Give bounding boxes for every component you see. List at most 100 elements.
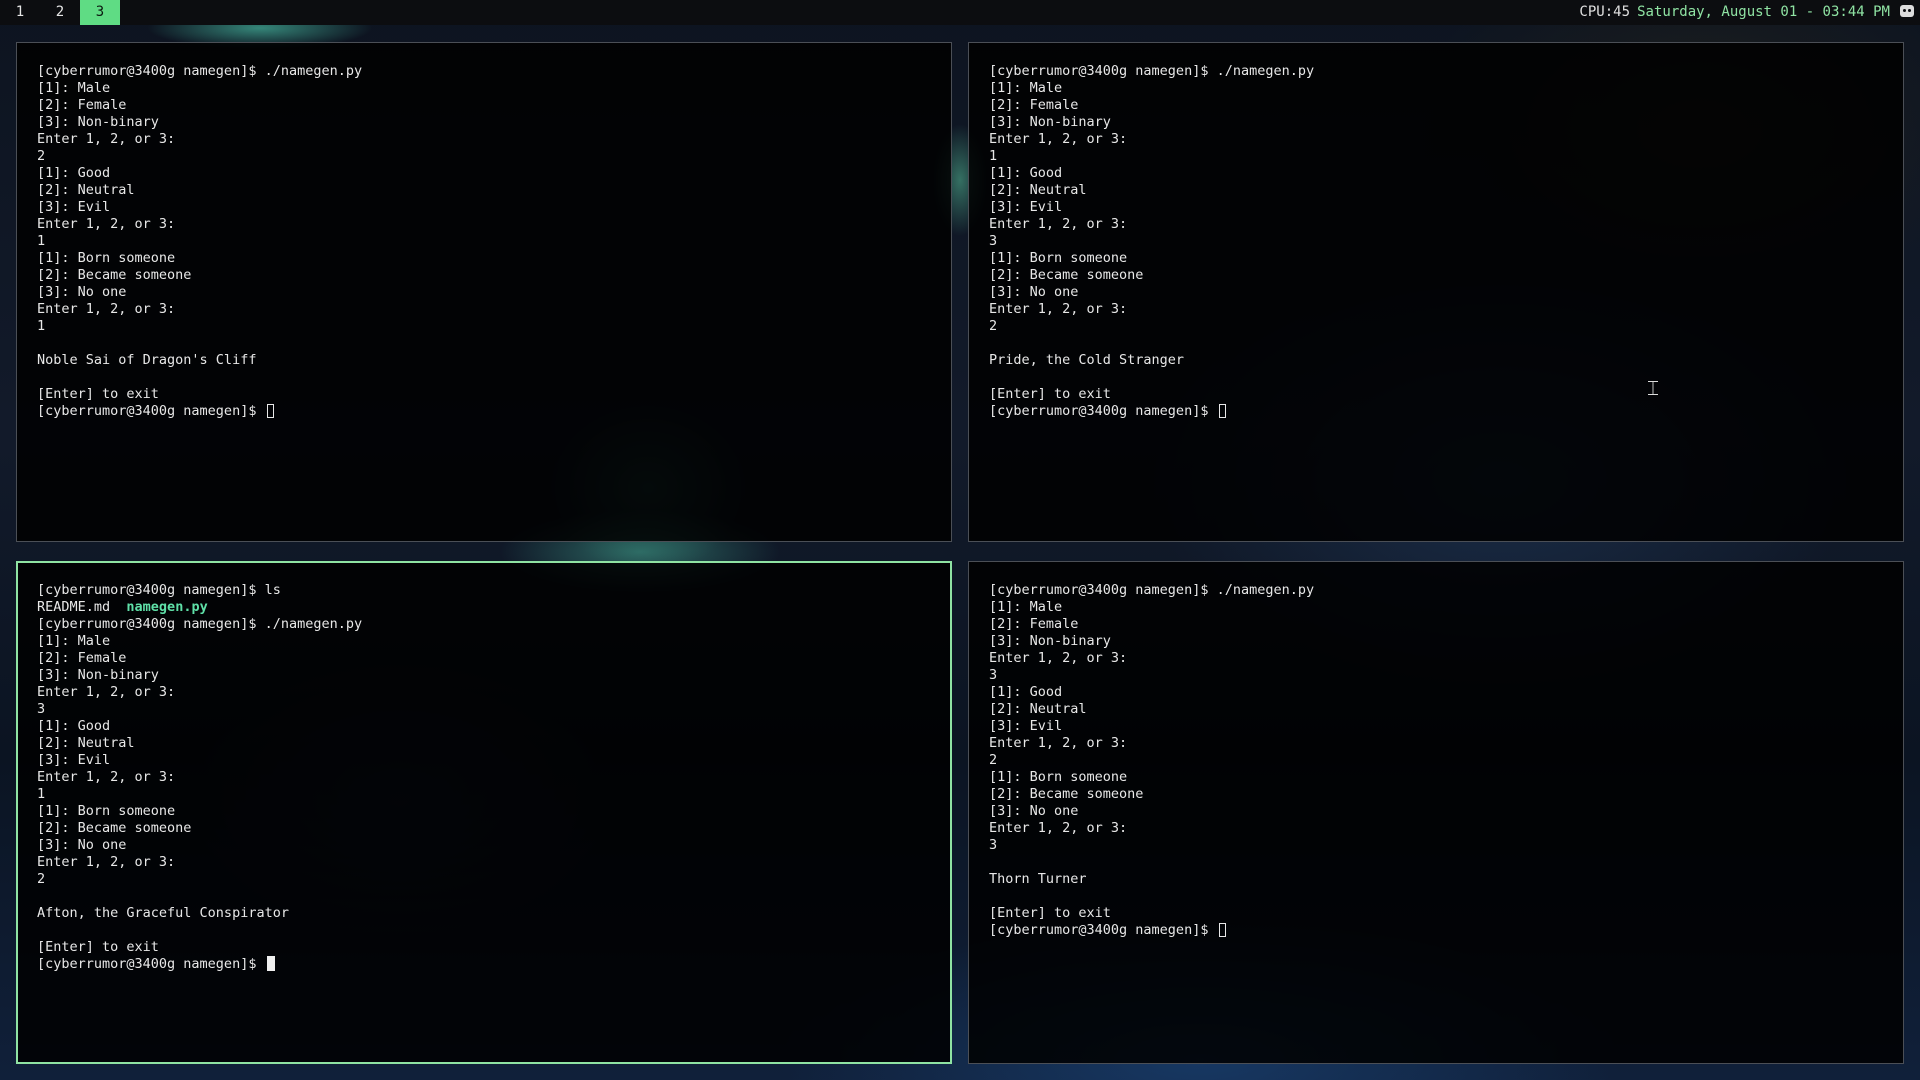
shell-prompt: [cyberrumor@3400g namegen]$: [989, 922, 1217, 938]
terminal-line: [3]: Non-binary: [989, 633, 1111, 649]
terminal-line: [1]: Born someone: [37, 250, 176, 266]
terminal-line: 1: [37, 786, 46, 802]
terminal-line: 2: [989, 318, 998, 334]
terminal-output: [cyberrumor@3400g namegen]$ ./namegen.py…: [37, 63, 951, 420]
terminal-line: [Enter] to exit: [37, 939, 159, 955]
generated-name: Pride, the Cold Stranger: [989, 352, 1185, 368]
terminal-line: [3]: Evil: [989, 718, 1063, 734]
workspace-1-button[interactable]: 1: [0, 0, 40, 25]
terminal-line: Enter 1, 2, or 3:: [37, 301, 176, 317]
terminal-line: [3]: Evil: [37, 199, 111, 215]
terminal-line: [2]: Neutral: [37, 735, 135, 751]
terminal-line: 3: [989, 233, 998, 249]
file-readme: README.md: [37, 599, 111, 615]
terminal-line: [cyberrumor@3400g namegen]$ ls: [37, 582, 281, 598]
ibeam-cursor-icon: ⌶: [1647, 376, 1659, 400]
terminal-line: [cyberrumor@3400g namegen]$ ./namegen.py: [37, 616, 363, 632]
terminal-line: 1: [37, 233, 46, 249]
terminal-top-left[interactable]: [cyberrumor@3400g namegen]$ ./namegen.py…: [16, 42, 952, 542]
shell-prompt: [cyberrumor@3400g namegen]$: [37, 956, 265, 972]
terminal-line: [2]: Neutral: [37, 182, 135, 198]
terminal-line: [1]: Male: [989, 80, 1063, 96]
terminal-line: 1: [37, 318, 46, 334]
terminal-line: [2]: Became someone: [37, 820, 192, 836]
status-bar: 1 2 3 CPU:45 Saturday, August 01 - 03:44…: [0, 0, 1920, 25]
terminal-line: Enter 1, 2, or 3:: [37, 684, 176, 700]
terminal-line: [cyberrumor@3400g namegen]$ ./namegen.py: [989, 582, 1315, 598]
discord-icon[interactable]: [1900, 5, 1914, 17]
terminal-line: Enter 1, 2, or 3:: [989, 301, 1128, 317]
terminal-line: [2]: Female: [989, 616, 1079, 632]
terminal-line: [3]: No one: [37, 837, 127, 853]
terminal-line: Enter 1, 2, or 3:: [989, 650, 1128, 666]
generated-name: Afton, the Graceful Conspirator: [37, 905, 289, 921]
terminal-bottom-left[interactable]: [cyberrumor@3400g namegen]$ ls README.md…: [16, 561, 952, 1064]
terminal-line: [2]: Became someone: [989, 786, 1144, 802]
prompt-line[interactable]: [cyberrumor@3400g namegen]$: [989, 403, 1903, 420]
terminal-line: [3]: Non-binary: [37, 667, 159, 683]
file-namegen-executable: namegen.py: [126, 599, 208, 615]
terminal-line: [3]: No one: [989, 284, 1079, 300]
terminal-line: [3]: Non-binary: [37, 114, 159, 130]
terminal-line: Enter 1, 2, or 3:: [989, 131, 1128, 147]
terminal-line: 2: [37, 148, 46, 164]
terminal-line: [2]: Female: [37, 97, 127, 113]
prompt-line[interactable]: [cyberrumor@3400g namegen]$: [989, 922, 1903, 939]
terminal-output: [cyberrumor@3400g namegen]$ ls README.md…: [37, 582, 950, 973]
terminal-line: [1]: Born someone: [989, 250, 1128, 266]
terminal-line: [2]: Neutral: [989, 182, 1087, 198]
workspace-3-button[interactable]: 3: [80, 0, 120, 25]
terminal-line: [2]: Became someone: [37, 267, 192, 283]
text-cursor: [266, 404, 274, 418]
terminal-line: [1]: Good: [989, 684, 1063, 700]
terminal-line: Enter 1, 2, or 3:: [37, 769, 176, 785]
terminal-line: 2: [37, 871, 46, 887]
terminal-line: [1]: Good: [37, 718, 111, 734]
terminal-line: [3]: No one: [989, 803, 1079, 819]
terminal-line: [2]: Female: [989, 97, 1079, 113]
terminal-line: Enter 1, 2, or 3:: [37, 131, 176, 147]
terminal-line: 1: [989, 148, 998, 164]
terminal-output: [cyberrumor@3400g namegen]$ ./namegen.py…: [989, 63, 1903, 420]
text-cursor: [1218, 923, 1226, 937]
terminal-line: [2]: Became someone: [989, 267, 1144, 283]
terminal-line: [1]: Male: [37, 80, 111, 96]
terminal-line: [1]: Good: [37, 165, 111, 181]
terminal-line: [1]: Good: [989, 165, 1063, 181]
terminal-top-right[interactable]: [cyberrumor@3400g namegen]$ ./namegen.py…: [968, 42, 1904, 542]
text-cursor: [266, 956, 275, 971]
terminal-line: [1]: Born someone: [37, 803, 176, 819]
terminal-line: [cyberrumor@3400g namegen]$ ./namegen.py: [989, 63, 1315, 79]
terminal-line: [3]: Evil: [989, 199, 1063, 215]
prompt-line[interactable]: [cyberrumor@3400g namegen]$: [37, 403, 951, 420]
terminal-line: 3: [989, 667, 998, 683]
terminal-bottom-right[interactable]: [cyberrumor@3400g namegen]$ ./namegen.py…: [968, 561, 1904, 1064]
terminal-line: Enter 1, 2, or 3:: [37, 216, 176, 232]
terminal-line: 3: [989, 837, 998, 853]
terminal-line: Enter 1, 2, or 3:: [989, 216, 1128, 232]
terminal-line: [cyberrumor@3400g namegen]$ ./namegen.py: [37, 63, 363, 79]
cpu-usage: CPU:45: [1579, 4, 1630, 20]
generated-name: Noble Sai of Dragon's Cliff: [37, 352, 257, 368]
terminal-line: 2: [989, 752, 998, 768]
workspace-2-button[interactable]: 2: [40, 0, 80, 25]
shell-prompt: [cyberrumor@3400g namegen]$: [989, 403, 1217, 419]
terminal-line: 3: [37, 701, 46, 717]
clock: Saturday, August 01 - 03:44 PM: [1637, 4, 1890, 20]
terminal-output: [cyberrumor@3400g namegen]$ ./namegen.py…: [989, 582, 1903, 939]
terminal-line: [1]: Male: [37, 633, 111, 649]
prompt-line[interactable]: [cyberrumor@3400g namegen]$: [37, 956, 950, 973]
terminal-line: [3]: No one: [37, 284, 127, 300]
terminal-line: [Enter] to exit: [989, 905, 1111, 921]
terminal-line: [1]: Born someone: [989, 769, 1128, 785]
ls-output: README.md namegen.py: [37, 599, 950, 616]
terminal-line: [Enter] to exit: [37, 386, 159, 402]
